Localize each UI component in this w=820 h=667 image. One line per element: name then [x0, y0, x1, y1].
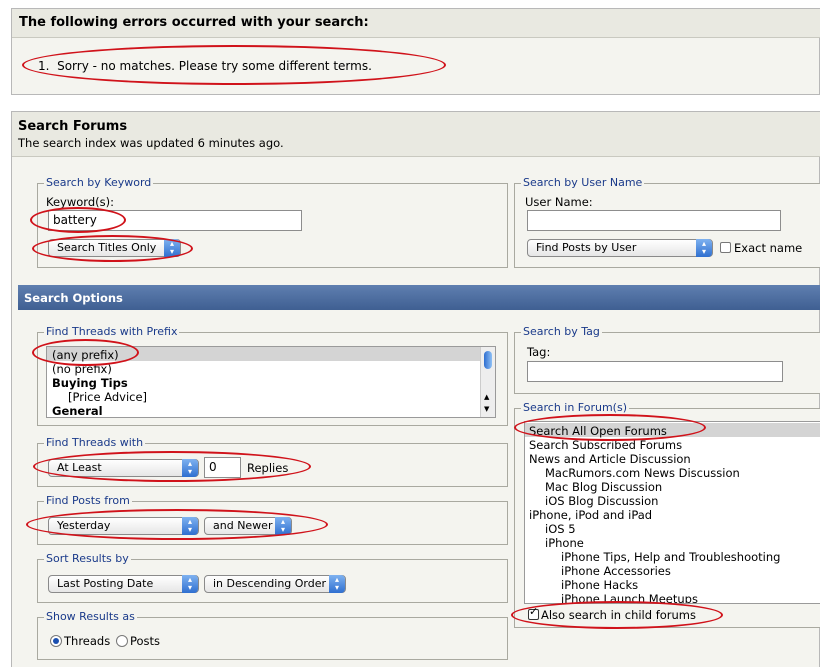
username-mode-value: Find Posts by User: [536, 241, 637, 254]
threads-radio-label: Threads: [64, 634, 111, 648]
forums-fieldset: Search in Forum(s) Search All Open Forum…: [514, 401, 820, 628]
forum-option[interactable]: iOS Blog Discussion: [545, 494, 658, 508]
search-options-bar: Search Options: [18, 285, 820, 310]
sort-fieldset: Sort Results by Last Posting Date ▴ ▾ in D…: [37, 552, 508, 603]
prefix-scrollbar[interactable]: ▲ ▼: [480, 347, 495, 417]
forum-option[interactable]: News and Article Discussion: [529, 452, 691, 466]
exact-name-label: Exact name: [734, 241, 803, 255]
prefix-option[interactable]: [Price Advice]: [68, 390, 147, 404]
select-arrows-icon: ▴ ▾: [182, 575, 198, 593]
forum-option[interactable]: iPhone Accessories: [561, 564, 671, 578]
sort-field-value: Last Posting Date: [57, 577, 154, 590]
search-forums-header: Search Forums The search index was updat…: [12, 112, 820, 157]
annotation-oval: [26, 509, 328, 540]
tag-label: Tag:: [527, 345, 551, 359]
show-results-fieldset: Show Results as Threads Posts: [37, 610, 508, 660]
page-title: Search Forums: [18, 119, 128, 134]
forums-list[interactable]: Search All Open Forums Search Subscribed…: [524, 421, 820, 604]
forum-option[interactable]: iPhone Hacks: [561, 578, 638, 592]
forum-option[interactable]: MacRumors.com News Discussion: [545, 466, 740, 480]
forum-option[interactable]: iPhone, iPod and iPad: [529, 508, 652, 522]
annotation-oval: [22, 45, 446, 85]
keyword-legend: Search by Keyword: [44, 176, 154, 189]
forums-legend: Search in Forum(s): [521, 401, 630, 414]
prefix-legend: Find Threads with Prefix: [44, 325, 180, 338]
tag-input[interactable]: [527, 361, 783, 382]
scroll-up-icon[interactable]: ▲: [484, 393, 489, 401]
annotation-oval: [511, 601, 723, 629]
tag-legend: Search by Tag: [521, 325, 602, 338]
index-status: The search index was updated 6 minutes a…: [18, 136, 284, 150]
sort-order-select[interactable]: in Descending Order ▴ ▾: [204, 575, 346, 593]
username-legend: Search by User Name: [521, 176, 645, 189]
scrollbar-thumb[interactable]: [484, 351, 492, 369]
annotation-oval: [32, 339, 139, 366]
tag-fieldset: Search by Tag Tag:: [514, 325, 820, 394]
sort-field-select[interactable]: Last Posting Date ▴ ▾: [48, 575, 199, 593]
annotation-oval: [33, 451, 311, 482]
forum-option[interactable]: iPhone Tips, Help and Troubleshooting: [561, 550, 780, 564]
scroll-down-icon[interactable]: ▼: [484, 405, 489, 413]
show-results-legend: Show Results as: [44, 610, 137, 623]
sort-legend: Sort Results by: [44, 552, 131, 565]
username-label: User Name:: [525, 195, 593, 209]
select-arrows-icon: ▴ ▾: [329, 575, 345, 593]
sort-order-value: in Descending Order: [213, 577, 327, 590]
prefix-group: Buying Tips: [52, 376, 128, 390]
forum-option[interactable]: iPhone: [545, 536, 584, 550]
select-arrows-icon: ▴ ▾: [696, 239, 712, 257]
exact-name-checkbox[interactable]: [720, 242, 731, 253]
username-mode-select[interactable]: Find Posts by User ▴ ▾: [527, 239, 713, 257]
annotation-oval: [32, 235, 193, 262]
radio-dot: [53, 638, 59, 644]
prefix-group: General: [52, 404, 103, 418]
search-options-title: Search Options: [24, 291, 123, 305]
error-header: The following errors occurred with your …: [12, 9, 820, 38]
posts-radio-label: Posts: [130, 634, 161, 648]
forum-option[interactable]: Mac Blog Discussion: [545, 480, 662, 494]
username-input[interactable]: [527, 210, 781, 231]
threads-radio[interactable]: [50, 635, 62, 647]
forum-option[interactable]: iOS 5: [545, 522, 576, 536]
posts-from-legend: Find Posts from: [44, 494, 132, 507]
error-title: The following errors occurred with your …: [19, 15, 369, 30]
annotation-oval: [30, 207, 126, 233]
annotation-oval: [514, 414, 706, 441]
posts-radio[interactable]: [116, 635, 128, 647]
threads-with-legend: Find Threads with: [44, 436, 146, 449]
username-fieldset: Search by User Name User Name: Find Post…: [514, 176, 820, 268]
